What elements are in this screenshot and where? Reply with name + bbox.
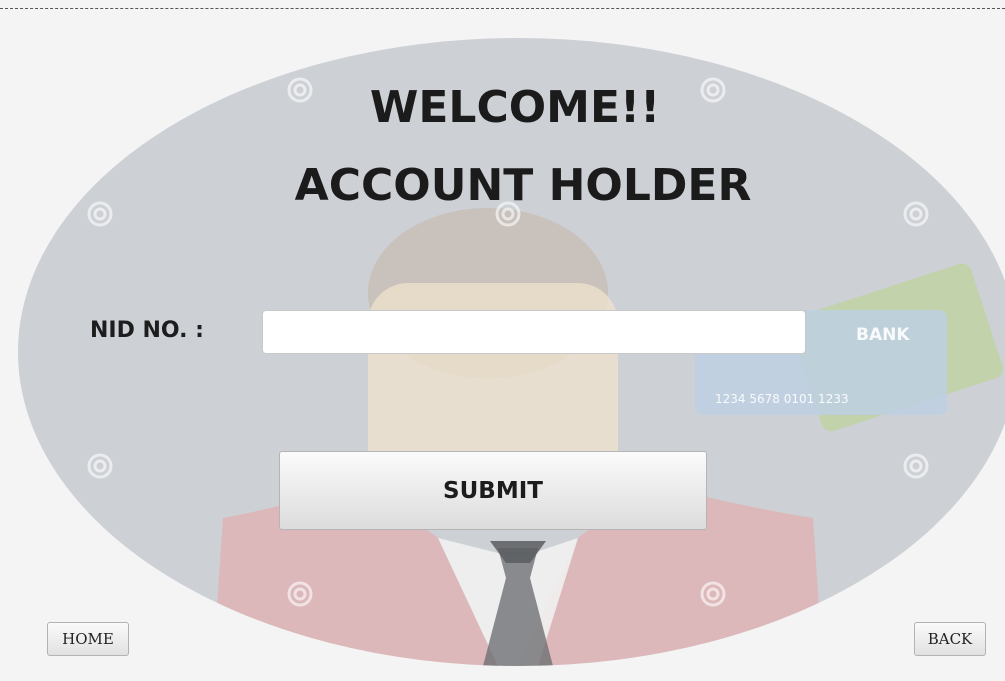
bank-card-number: 1234 5678 0101 1233 [715, 392, 849, 406]
top-divider [0, 8, 1005, 9]
bank-card-brand: BANK [856, 325, 910, 345]
account-holder-page: BANK 1234 5678 0101 1233 WELCOME!! ACCOU… [0, 0, 1005, 681]
back-button[interactable]: BACK [914, 622, 986, 656]
welcome-title: WELCOME!! [369, 82, 661, 133]
submit-button[interactable]: SUBMIT [279, 451, 707, 530]
account-holder-title: ACCOUNT HOLDER [294, 160, 752, 211]
nid-input[interactable] [262, 310, 806, 354]
home-button[interactable]: HOME [47, 622, 129, 656]
nid-label: NID NO. : [90, 318, 204, 343]
